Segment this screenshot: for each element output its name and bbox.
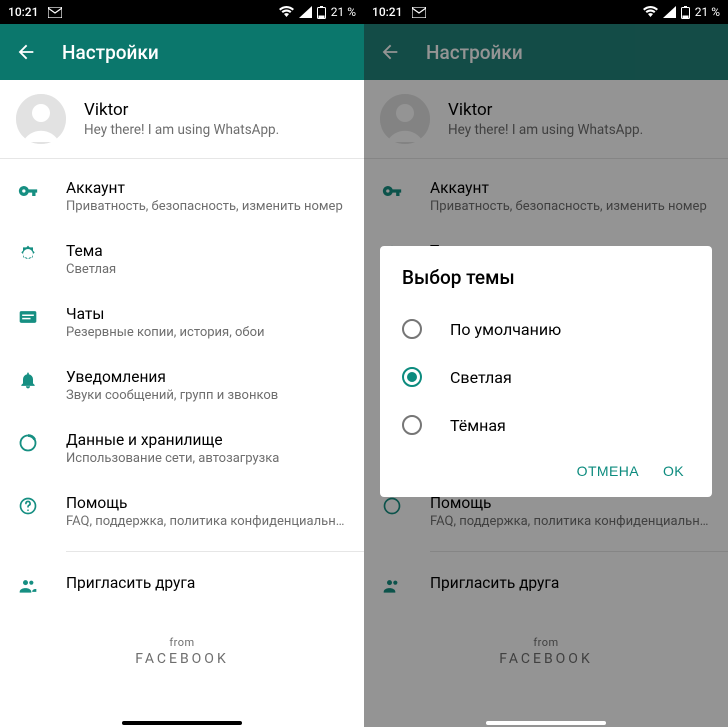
status-bar: 10:21 21 % (364, 0, 728, 24)
profile-status: Hey there! I am using WhatsApp. (84, 122, 279, 138)
settings-notifications[interactable]: Уведомления Звуки сообщений, групп и звон… (0, 354, 364, 417)
item-title: Уведомления (66, 368, 348, 386)
screenshot-right: 10:21 21 % Настройки Viktor Hey there! I… (364, 0, 728, 727)
item-sub: Использование сети, автозагрузка (66, 451, 348, 466)
theme-option-dark[interactable]: Тёмная (402, 401, 690, 449)
settings-chats[interactable]: Чаты Резервные копии, история, обои (0, 291, 364, 354)
footer-from: from (0, 636, 364, 649)
ok-button[interactable]: OK (663, 463, 684, 479)
settings-list: Аккаунт Приватность, безопасность, измени… (0, 159, 364, 612)
item-title: Помощь (66, 494, 348, 512)
svg-text:4: 4 (300, 7, 304, 14)
brightness-icon (16, 242, 40, 266)
status-time: 10:21 (8, 5, 38, 19)
page-title: Настройки (62, 41, 159, 64)
theme-dialog: Выбор темы По умолчанию Светлая Тёмная О… (380, 246, 712, 497)
people-icon (16, 574, 40, 598)
wifi-icon (279, 6, 294, 18)
chat-icon (16, 305, 40, 329)
item-title: Данные и хранилище (66, 431, 348, 449)
radio-label: Тёмная (450, 416, 506, 435)
radio-icon (402, 367, 422, 387)
profile-name: Viktor (84, 100, 279, 120)
signal-icon: 4 (299, 6, 312, 18)
item-title: Аккаунт (66, 179, 348, 197)
cancel-button[interactable]: ОТМЕНА (577, 463, 639, 479)
item-title: Чаты (66, 305, 348, 323)
mail-icon (48, 7, 62, 18)
battery-percent: 21 % (331, 5, 356, 19)
radio-label: Светлая (450, 368, 512, 387)
item-sub: Звуки сообщений, групп и звонков (66, 388, 348, 403)
settings-help[interactable]: Помощь FAQ, поддержка, политика конфиденц… (0, 480, 364, 543)
app-bar: Настройки (0, 24, 364, 80)
signal-icon (663, 6, 676, 18)
mail-icon (412, 7, 426, 18)
wifi-icon (643, 6, 658, 18)
battery-icon (681, 6, 690, 19)
radio-icon (402, 415, 422, 435)
dialog-title: Выбор темы (402, 266, 690, 289)
item-title: Тема (66, 242, 348, 260)
nav-bar[interactable] (486, 721, 606, 725)
settings-account[interactable]: Аккаунт Приватность, безопасность, измени… (0, 165, 364, 228)
screenshot-left: 10:21 4 21 % Настройки Viktor Hey there!… (0, 0, 364, 727)
radio-icon (402, 319, 422, 339)
nav-bar[interactable] (122, 721, 242, 725)
help-icon (16, 494, 40, 518)
profile-row[interactable]: Viktor Hey there! I am using WhatsApp. (0, 80, 364, 158)
item-sub: Светлая (66, 262, 348, 277)
battery-icon (317, 6, 326, 19)
item-sub: Резервные копии, история, обои (66, 325, 348, 340)
data-usage-icon (16, 431, 40, 455)
avatar (16, 94, 66, 144)
footer-brand: FACEBOOK (0, 651, 364, 667)
status-bar: 10:21 4 21 % (0, 0, 364, 24)
status-time: 10:21 (372, 5, 402, 19)
bell-icon (16, 368, 40, 392)
theme-option-default[interactable]: По умолчанию (402, 305, 690, 353)
theme-option-light[interactable]: Светлая (402, 353, 690, 401)
back-button[interactable] (14, 40, 38, 64)
item-sub: Приватность, безопасность, изменить номе… (66, 199, 348, 214)
settings-theme[interactable]: Тема Светлая (0, 228, 364, 291)
item-sub: FAQ, поддержка, политика конфиденциально… (66, 514, 348, 529)
radio-label: По умолчанию (450, 320, 561, 339)
key-icon (16, 179, 40, 203)
footer: from FACEBOOK (0, 612, 364, 667)
battery-percent: 21 % (695, 5, 720, 19)
settings-invite[interactable]: Пригласить друга (0, 560, 364, 612)
settings-data[interactable]: Данные и хранилище Использование сети, ав… (0, 417, 364, 480)
item-title: Пригласить друга (66, 574, 348, 592)
